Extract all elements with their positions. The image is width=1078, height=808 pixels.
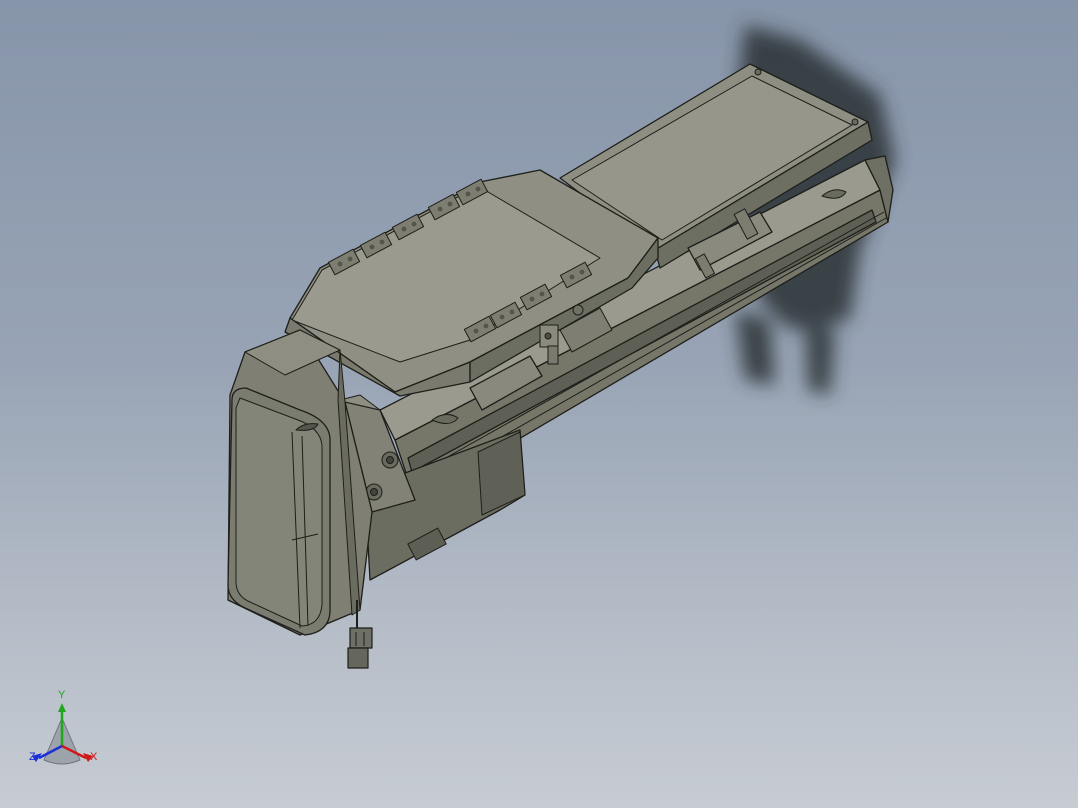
connector-plug [347, 647, 369, 669]
x-axis-label: X [90, 751, 98, 763]
triad-graphic [32, 703, 93, 765]
axis-triad[interactable]: Y X Z [22, 690, 112, 780]
connector-body [349, 627, 373, 649]
z-axis-label: Z [29, 751, 36, 763]
y-axis-label: Y [58, 689, 66, 701]
graphics-viewport[interactable]: Y X Z [0, 0, 1078, 808]
actuator-model[interactable] [0, 0, 1078, 808]
y-axis-arrow-icon [58, 703, 66, 712]
